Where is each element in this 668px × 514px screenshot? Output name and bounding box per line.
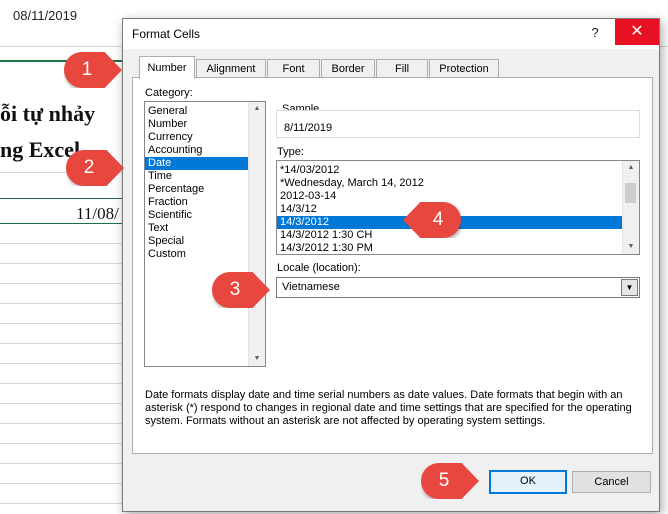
sample-value: 8/11/2019 <box>284 122 333 134</box>
category-scrollbar[interactable]: ▲ ▼ <box>248 102 265 366</box>
scroll-up-icon[interactable]: ▲ <box>249 102 265 116</box>
type-item[interactable]: 14/3/2012 1:30 CH <box>277 229 639 242</box>
category-item-fraction[interactable]: Fraction <box>145 196 265 209</box>
scroll-up-icon[interactable]: ▲ <box>623 161 639 175</box>
chevron-down-icon[interactable]: ▼ <box>621 279 638 296</box>
category-item-scientific[interactable]: Scientific <box>145 209 265 222</box>
help-button[interactable]: ? <box>581 22 609 44</box>
dialog-title: Format Cells <box>132 27 201 41</box>
category-item-date[interactable]: Date <box>145 157 248 170</box>
type-item[interactable]: 2012-03-14 <box>277 190 639 203</box>
category-item-time[interactable]: Time <box>145 170 265 183</box>
grid-line <box>0 483 130 484</box>
tab-protection[interactable]: Protection <box>429 59 499 78</box>
category-item-accounting[interactable]: Accounting <box>145 144 265 157</box>
category-item-number[interactable]: Number <box>145 118 265 131</box>
type-item[interactable]: *Wednesday, March 14, 2012 <box>277 177 639 190</box>
category-item-general[interactable]: General <box>145 105 265 118</box>
grid-line <box>0 383 130 384</box>
grid-line <box>0 463 130 464</box>
ok-button[interactable]: OK <box>489 470 567 494</box>
locale-select[interactable]: Vietnamese ▼ <box>276 277 640 298</box>
type-item[interactable]: 14/3/2012 1:30 PM <box>277 242 639 254</box>
scroll-thumb[interactable] <box>625 183 636 203</box>
type-label: Type: <box>277 146 304 158</box>
title-bar[interactable]: Format Cells ? ✕ <box>123 19 659 49</box>
locale-label: Locale (location): <box>277 262 361 274</box>
sheet-heading-line1: ỗi tự nhảy <box>0 101 96 126</box>
grid-line <box>0 403 130 404</box>
worksheet[interactable] <box>0 60 130 514</box>
grid-line <box>0 423 130 424</box>
type-scrollbar[interactable]: ▲ ▼ <box>622 161 639 254</box>
category-item-percentage[interactable]: Percentage <box>145 183 265 196</box>
grid-line <box>0 303 130 304</box>
grid-line <box>0 363 130 364</box>
category-item-currency[interactable]: Currency <box>145 131 265 144</box>
sample-box: 8/11/2019 <box>276 110 640 138</box>
date-cell[interactable]: 11/08/ <box>76 204 119 224</box>
category-item-special[interactable]: Special <box>145 235 265 248</box>
scroll-down-icon[interactable]: ▼ <box>249 352 265 366</box>
type-list[interactable]: *14/03/2012 *Wednesday, March 14, 2012 2… <box>276 160 640 255</box>
tab-number[interactable]: Number <box>139 56 195 79</box>
tab-alignment[interactable]: Alignment <box>196 59 266 78</box>
category-item-text[interactable]: Text <box>145 222 265 235</box>
formula-value: 08/11/2019 <box>13 8 78 23</box>
cell-border <box>0 198 130 199</box>
grid-line <box>0 323 130 324</box>
cancel-button[interactable]: Cancel <box>572 471 651 493</box>
tab-border[interactable]: Border <box>321 59 375 78</box>
category-list[interactable]: General Number Currency Accounting Date … <box>144 101 266 367</box>
grid-line <box>0 263 130 264</box>
grid-line <box>0 503 130 504</box>
grid-line <box>0 443 130 444</box>
category-item-custom[interactable]: Custom <box>145 248 265 261</box>
tab-font[interactable]: Font <box>267 59 320 78</box>
close-button[interactable]: ✕ <box>615 19 659 45</box>
type-item[interactable]: *14/03/2012 <box>277 164 639 177</box>
tab-fill[interactable]: Fill <box>376 59 428 78</box>
grid-line <box>0 243 130 244</box>
grid-line <box>0 283 130 284</box>
grid-line <box>0 343 130 344</box>
category-label: Category: <box>145 87 193 99</box>
scroll-down-icon[interactable]: ▼ <box>623 240 639 254</box>
format-description: Date formats display date and time seria… <box>145 389 632 427</box>
locale-value: Vietnamese <box>282 281 340 293</box>
